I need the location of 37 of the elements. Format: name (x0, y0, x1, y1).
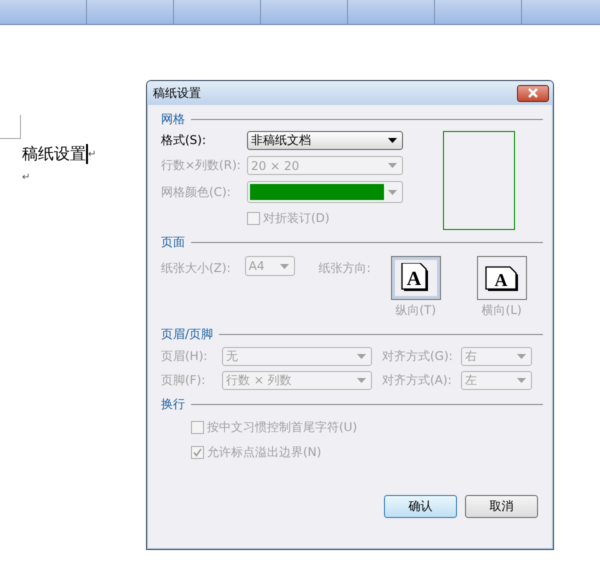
checkbox-label: 对折装订(D) (263, 210, 330, 226)
field-label: 纸张大小(Z): (161, 260, 231, 277)
section-title: 页眉/页脚 (161, 326, 214, 342)
field-label: 行数×列数(R): (161, 157, 242, 174)
dropdown-arrow-icon (388, 138, 397, 143)
field-label: 网格颜色(C): (161, 184, 232, 200)
dropdown-arrow-icon (517, 354, 526, 358)
close-icon (527, 88, 539, 98)
document-text: 稿纸设置 (22, 144, 86, 164)
dropdown-arrow-icon (388, 163, 397, 168)
checkbox-label: 按中文习惯控制首尾字符(U) (207, 418, 358, 436)
text-cursor (86, 144, 88, 164)
field-label: 页脚(F): (161, 372, 206, 388)
dropdown-arrow-icon (280, 264, 289, 268)
field-label: 纸张方向: (318, 260, 371, 277)
field-label: 对齐方式(G): (382, 348, 454, 364)
dropdown-arrow-icon (517, 378, 526, 382)
field-label: 页眉(H): (161, 348, 208, 364)
confirm-button[interactable]: 确认 (384, 495, 457, 518)
paragraph-mark: ↵ (22, 172, 30, 183)
close-button[interactable] (517, 84, 549, 102)
orientation-label: 横向(L) (482, 302, 522, 319)
section-title: 页面 (161, 234, 185, 250)
dropdown-arrow-icon (388, 190, 397, 194)
field-label: 格式(S): (161, 132, 208, 149)
paragraph-mark: ↵ (88, 148, 96, 160)
section-title: 网格 (161, 110, 185, 128)
window-title: 稿纸设置 (153, 84, 201, 102)
orientation-label: 纵向(T) (395, 302, 436, 319)
dropdown-arrow-icon (357, 378, 366, 382)
field-label: 对齐方式(A): (382, 372, 453, 388)
dropdown-arrow-icon (357, 354, 366, 358)
section-title: 换行 (161, 396, 185, 412)
margin-corner-mark (0, 115, 21, 139)
format-dropdown[interactable]: 非稿纸文档 (247, 131, 403, 150)
checkbox-label: 允许标点溢出边界(N) (207, 444, 322, 460)
cancel-button[interactable]: 取消 (465, 495, 538, 518)
